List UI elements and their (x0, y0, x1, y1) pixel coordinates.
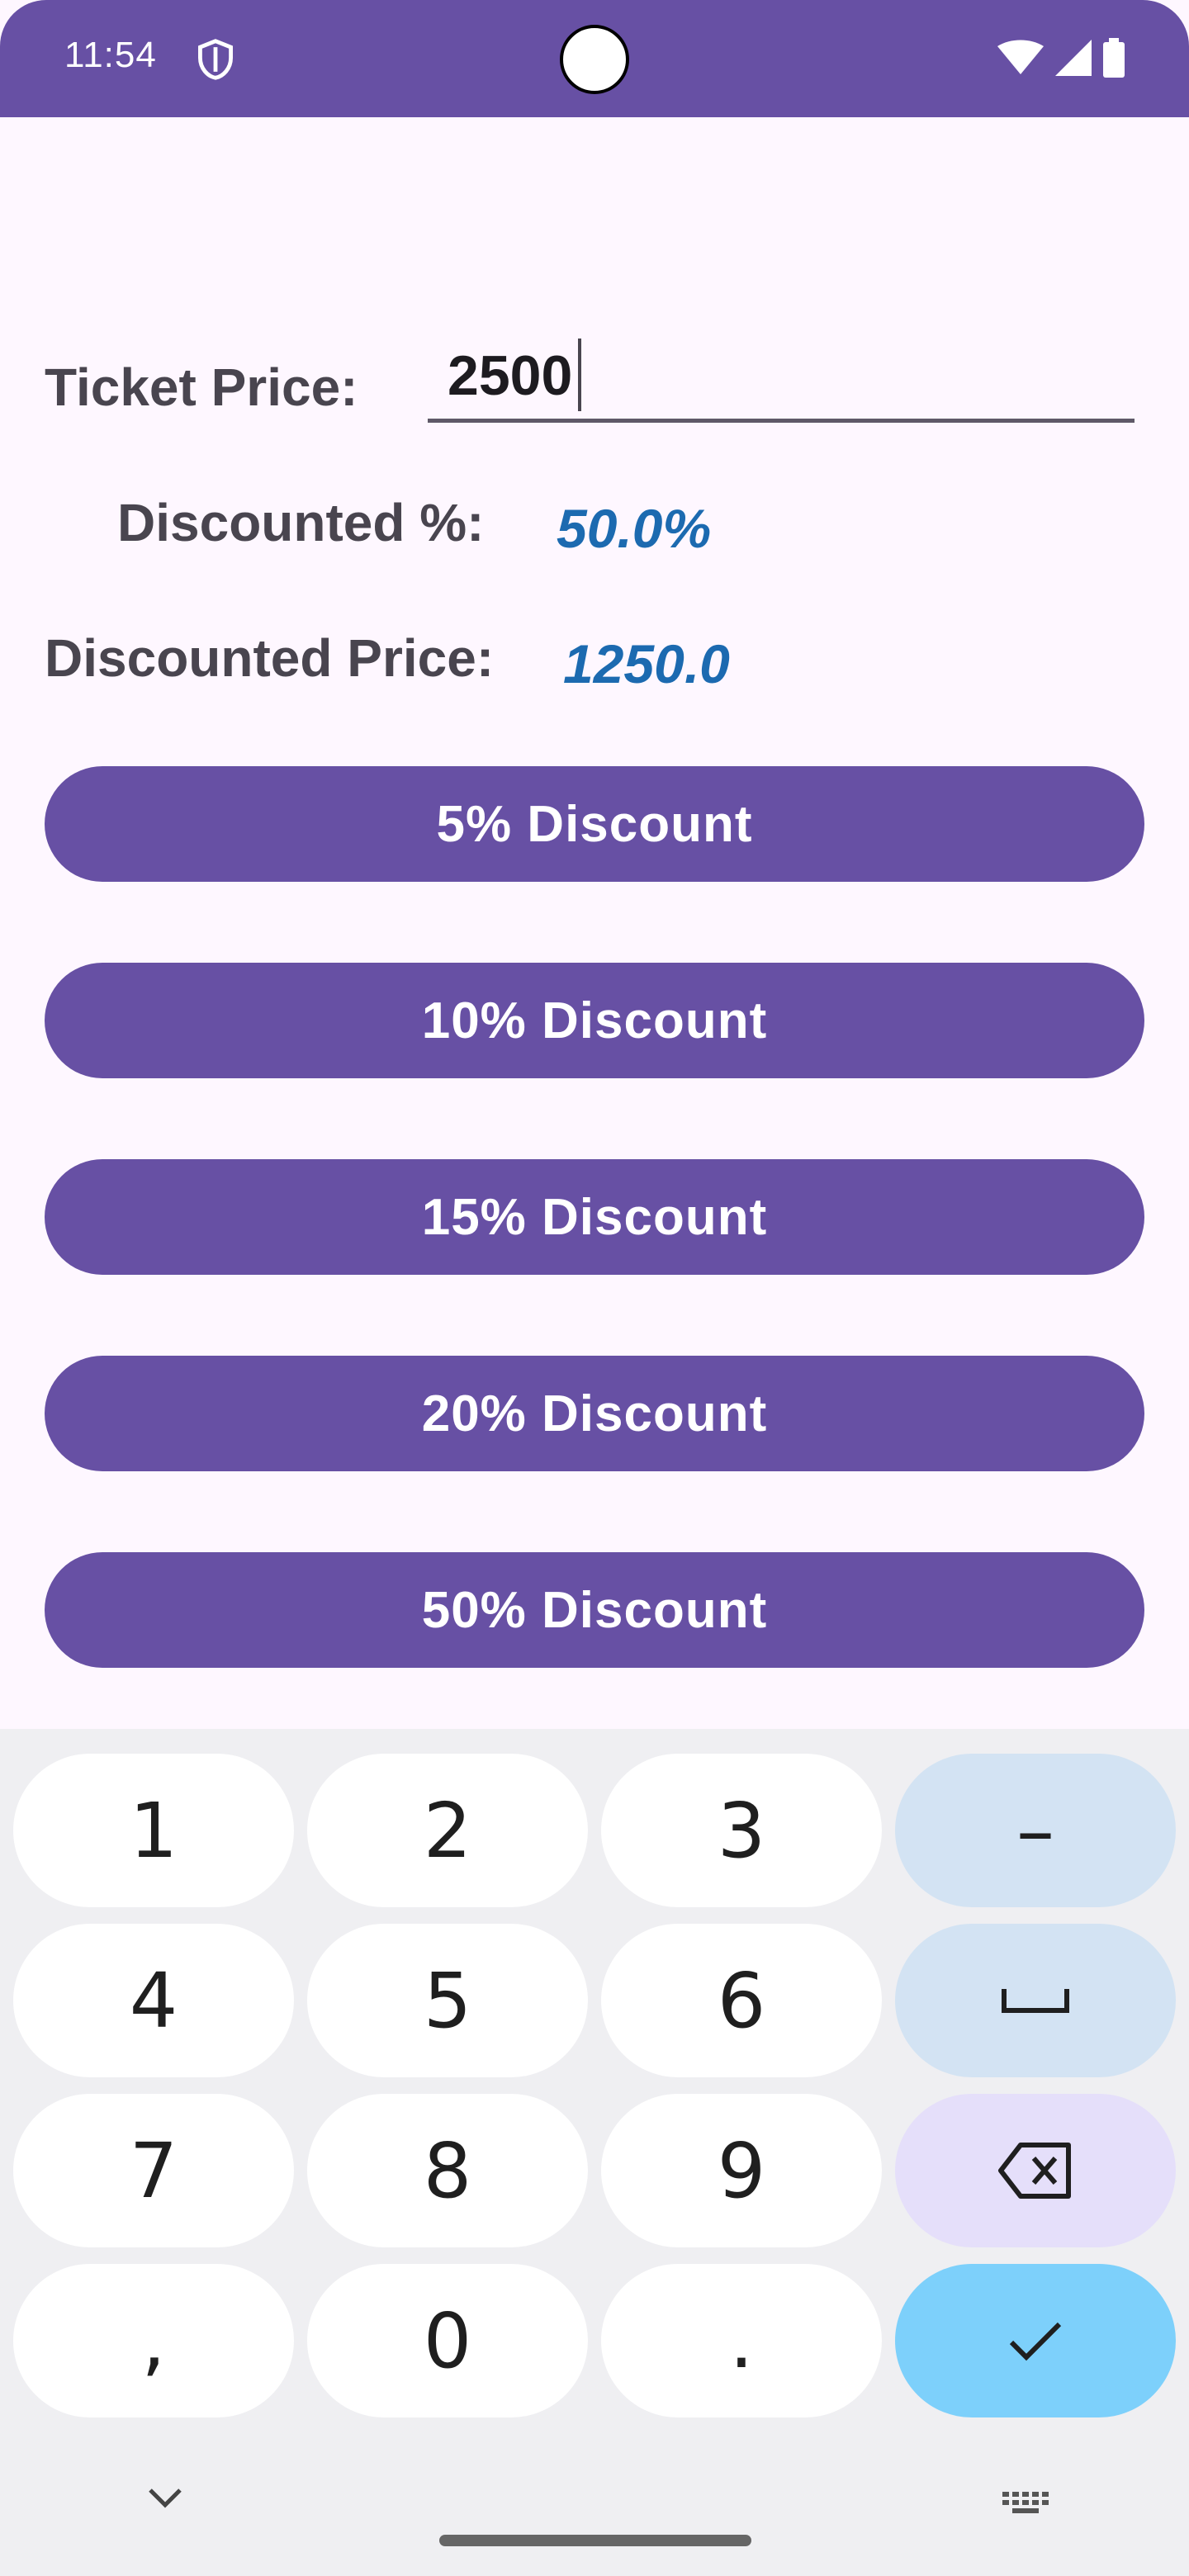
key-backspace[interactable] (895, 2094, 1176, 2247)
key-1[interactable]: 1 (13, 1754, 294, 1907)
camera-cutout (560, 25, 629, 94)
key-period[interactable]: . (601, 2264, 882, 2417)
key-5[interactable]: 5 (307, 1924, 588, 2077)
status-time: 11:54 (64, 35, 157, 75)
shield-icon (198, 39, 233, 80)
key-6[interactable]: 6 (601, 1924, 882, 2077)
discounted-price-label: Discounted Price: (45, 628, 495, 688)
discounted-percent-value: 50.0% (557, 498, 712, 559)
space-icon (1002, 1989, 1069, 2013)
ticket-price-label: Ticket Price: (45, 358, 358, 417)
key-space[interactable] (895, 1924, 1176, 2077)
key-4[interactable]: 4 (13, 1924, 294, 2077)
key-done[interactable] (895, 2264, 1176, 2417)
battery-icon (1103, 38, 1125, 78)
key-3[interactable]: 3 (601, 1754, 882, 1907)
wifi-icon (997, 40, 1044, 74)
ticket-price-input[interactable] (428, 332, 1135, 423)
discount-50-button[interactable]: 50% Discount (45, 1552, 1144, 1668)
home-indicator[interactable] (439, 2535, 751, 2546)
signal-icon (1055, 40, 1092, 76)
status-icons (997, 38, 1125, 78)
checkmark-icon (1009, 2322, 1062, 2361)
discounted-percent-label: Discounted %: (117, 493, 485, 552)
status-bar: 11:54 (0, 0, 1189, 117)
backspace-icon (998, 2143, 1071, 2199)
text-caret (578, 339, 581, 411)
chevron-down-icon[interactable] (145, 2485, 185, 2510)
keyboard-icon[interactable] (1001, 2490, 1050, 2522)
key-comma[interactable]: , (13, 2264, 294, 2417)
discounted-price-value: 1250.0 (563, 633, 730, 694)
key-8[interactable]: 8 (307, 2094, 588, 2247)
key-minus[interactable]: – (895, 1754, 1176, 1907)
discount-15-button[interactable]: 15% Discount (45, 1159, 1144, 1275)
key-7[interactable]: 7 (13, 2094, 294, 2247)
discount-5-button[interactable]: 5% Discount (45, 766, 1144, 882)
key-0[interactable]: 0 (307, 2264, 588, 2417)
key-9[interactable]: 9 (601, 2094, 882, 2247)
discount-20-button[interactable]: 20% Discount (45, 1356, 1144, 1471)
key-2[interactable]: 2 (307, 1754, 588, 1907)
discount-10-button[interactable]: 10% Discount (45, 963, 1144, 1078)
